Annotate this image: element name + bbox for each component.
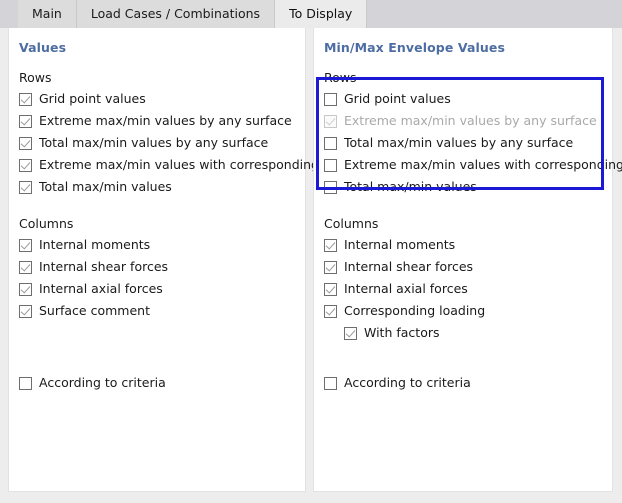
checkbox-icon[interactable] (324, 305, 337, 318)
values-row-extreme-maxmin-with-corresponding[interactable]: Extreme max/min values with correspondin… (19, 156, 364, 174)
check-label: Extreme max/min values by any surface (39, 114, 292, 128)
envelope-row-extreme-maxmin-by-any-surface: Extreme max/min values by any surface (324, 112, 597, 130)
values-panel: Values Rows Grid point values Extreme ma… (8, 28, 306, 492)
check-label: According to criteria (344, 376, 471, 390)
values-row-total-maxmin-values[interactable]: Total max/min values (19, 178, 172, 196)
envelope-row-extreme-maxmin-with-corresponding[interactable]: Extreme max/min values with correspondin… (324, 156, 622, 174)
check-label: Surface comment (39, 304, 150, 318)
check-label: Internal moments (39, 238, 150, 252)
envelope-columns-label: Columns (324, 216, 378, 231)
check-label: Total max/min values by any surface (344, 136, 573, 150)
checkbox-icon[interactable] (19, 239, 32, 252)
tab-load-cases-combinations[interactable]: Load Cases / Combinations (77, 0, 275, 28)
checkbox-icon[interactable] (324, 137, 337, 150)
check-label: Internal axial forces (39, 282, 163, 296)
envelope-column-internal-moments[interactable]: Internal moments (324, 236, 455, 254)
values-panel-title: Values (19, 40, 66, 55)
minmax-envelope-panel-title: Min/Max Envelope Values (324, 40, 505, 55)
check-label: With factors (364, 326, 440, 340)
values-column-surface-comment[interactable]: Surface comment (19, 302, 150, 320)
values-row-grid-point-values[interactable]: Grid point values (19, 90, 146, 108)
checkbox-icon[interactable] (19, 305, 32, 318)
checkbox-icon[interactable] (324, 283, 337, 296)
values-column-internal-moments[interactable]: Internal moments (19, 236, 150, 254)
check-label: Total max/min values (344, 180, 477, 194)
envelope-row-total-maxmin-by-any-surface[interactable]: Total max/min values by any surface (324, 134, 573, 152)
check-label: Grid point values (39, 92, 146, 106)
checkbox-icon[interactable] (19, 283, 32, 296)
checkbox-icon[interactable] (19, 159, 32, 172)
envelope-according-to-criteria[interactable]: According to criteria (324, 374, 471, 392)
check-label: Total max/min values (39, 180, 172, 194)
check-label: According to criteria (39, 376, 166, 390)
check-label: Corresponding loading (344, 304, 485, 318)
checkbox-icon[interactable] (344, 327, 357, 340)
values-column-internal-shear-forces[interactable]: Internal shear forces (19, 258, 168, 276)
values-according-to-criteria[interactable]: According to criteria (19, 374, 166, 392)
check-label: Extreme max/min values with correspondin… (344, 158, 622, 172)
check-label: Internal shear forces (344, 260, 473, 274)
check-label: Total max/min values by any surface (39, 136, 268, 150)
tab-main[interactable]: Main (18, 0, 77, 28)
checkbox-icon[interactable] (324, 181, 337, 194)
values-columns-label: Columns (19, 216, 73, 231)
envelope-column-internal-axial-forces[interactable]: Internal axial forces (324, 280, 468, 298)
checkbox-icon (324, 115, 337, 128)
checkbox-icon[interactable] (19, 93, 32, 106)
checkbox-icon[interactable] (324, 261, 337, 274)
check-label: Internal moments (344, 238, 455, 252)
checkbox-icon[interactable] (19, 137, 32, 150)
envelope-rows-label: Rows (324, 70, 357, 85)
checkbox-icon[interactable] (19, 377, 32, 390)
values-rows-label: Rows (19, 70, 52, 85)
check-label: Grid point values (344, 92, 451, 106)
values-column-internal-axial-forces[interactable]: Internal axial forces (19, 280, 163, 298)
check-label: Internal shear forces (39, 260, 168, 274)
envelope-column-corresponding-loading[interactable]: Corresponding loading (324, 302, 485, 320)
tab-bar: Main Load Cases / Combinations To Displa… (0, 0, 622, 28)
tab-to-display[interactable]: To Display (275, 0, 367, 28)
check-label: Extreme max/min values by any surface (344, 114, 597, 128)
envelope-column-internal-shear-forces[interactable]: Internal shear forces (324, 258, 473, 276)
values-row-total-maxmin-by-any-surface[interactable]: Total max/min values by any surface (19, 134, 268, 152)
check-label: Internal axial forces (344, 282, 468, 296)
envelope-column-with-factors[interactable]: With factors (344, 324, 440, 342)
checkbox-icon[interactable] (324, 239, 337, 252)
envelope-row-total-maxmin-values[interactable]: Total max/min values (324, 178, 477, 196)
values-row-extreme-maxmin-by-any-surface[interactable]: Extreme max/min values by any surface (19, 112, 292, 130)
checkbox-icon[interactable] (324, 93, 337, 106)
checkbox-icon[interactable] (19, 181, 32, 194)
checkbox-icon[interactable] (19, 261, 32, 274)
checkbox-icon[interactable] (324, 377, 337, 390)
checkbox-icon[interactable] (19, 115, 32, 128)
minmax-envelope-panel: Min/Max Envelope Values Rows Grid point … (313, 28, 613, 492)
checkbox-icon[interactable] (324, 159, 337, 172)
envelope-row-grid-point-values[interactable]: Grid point values (324, 90, 451, 108)
